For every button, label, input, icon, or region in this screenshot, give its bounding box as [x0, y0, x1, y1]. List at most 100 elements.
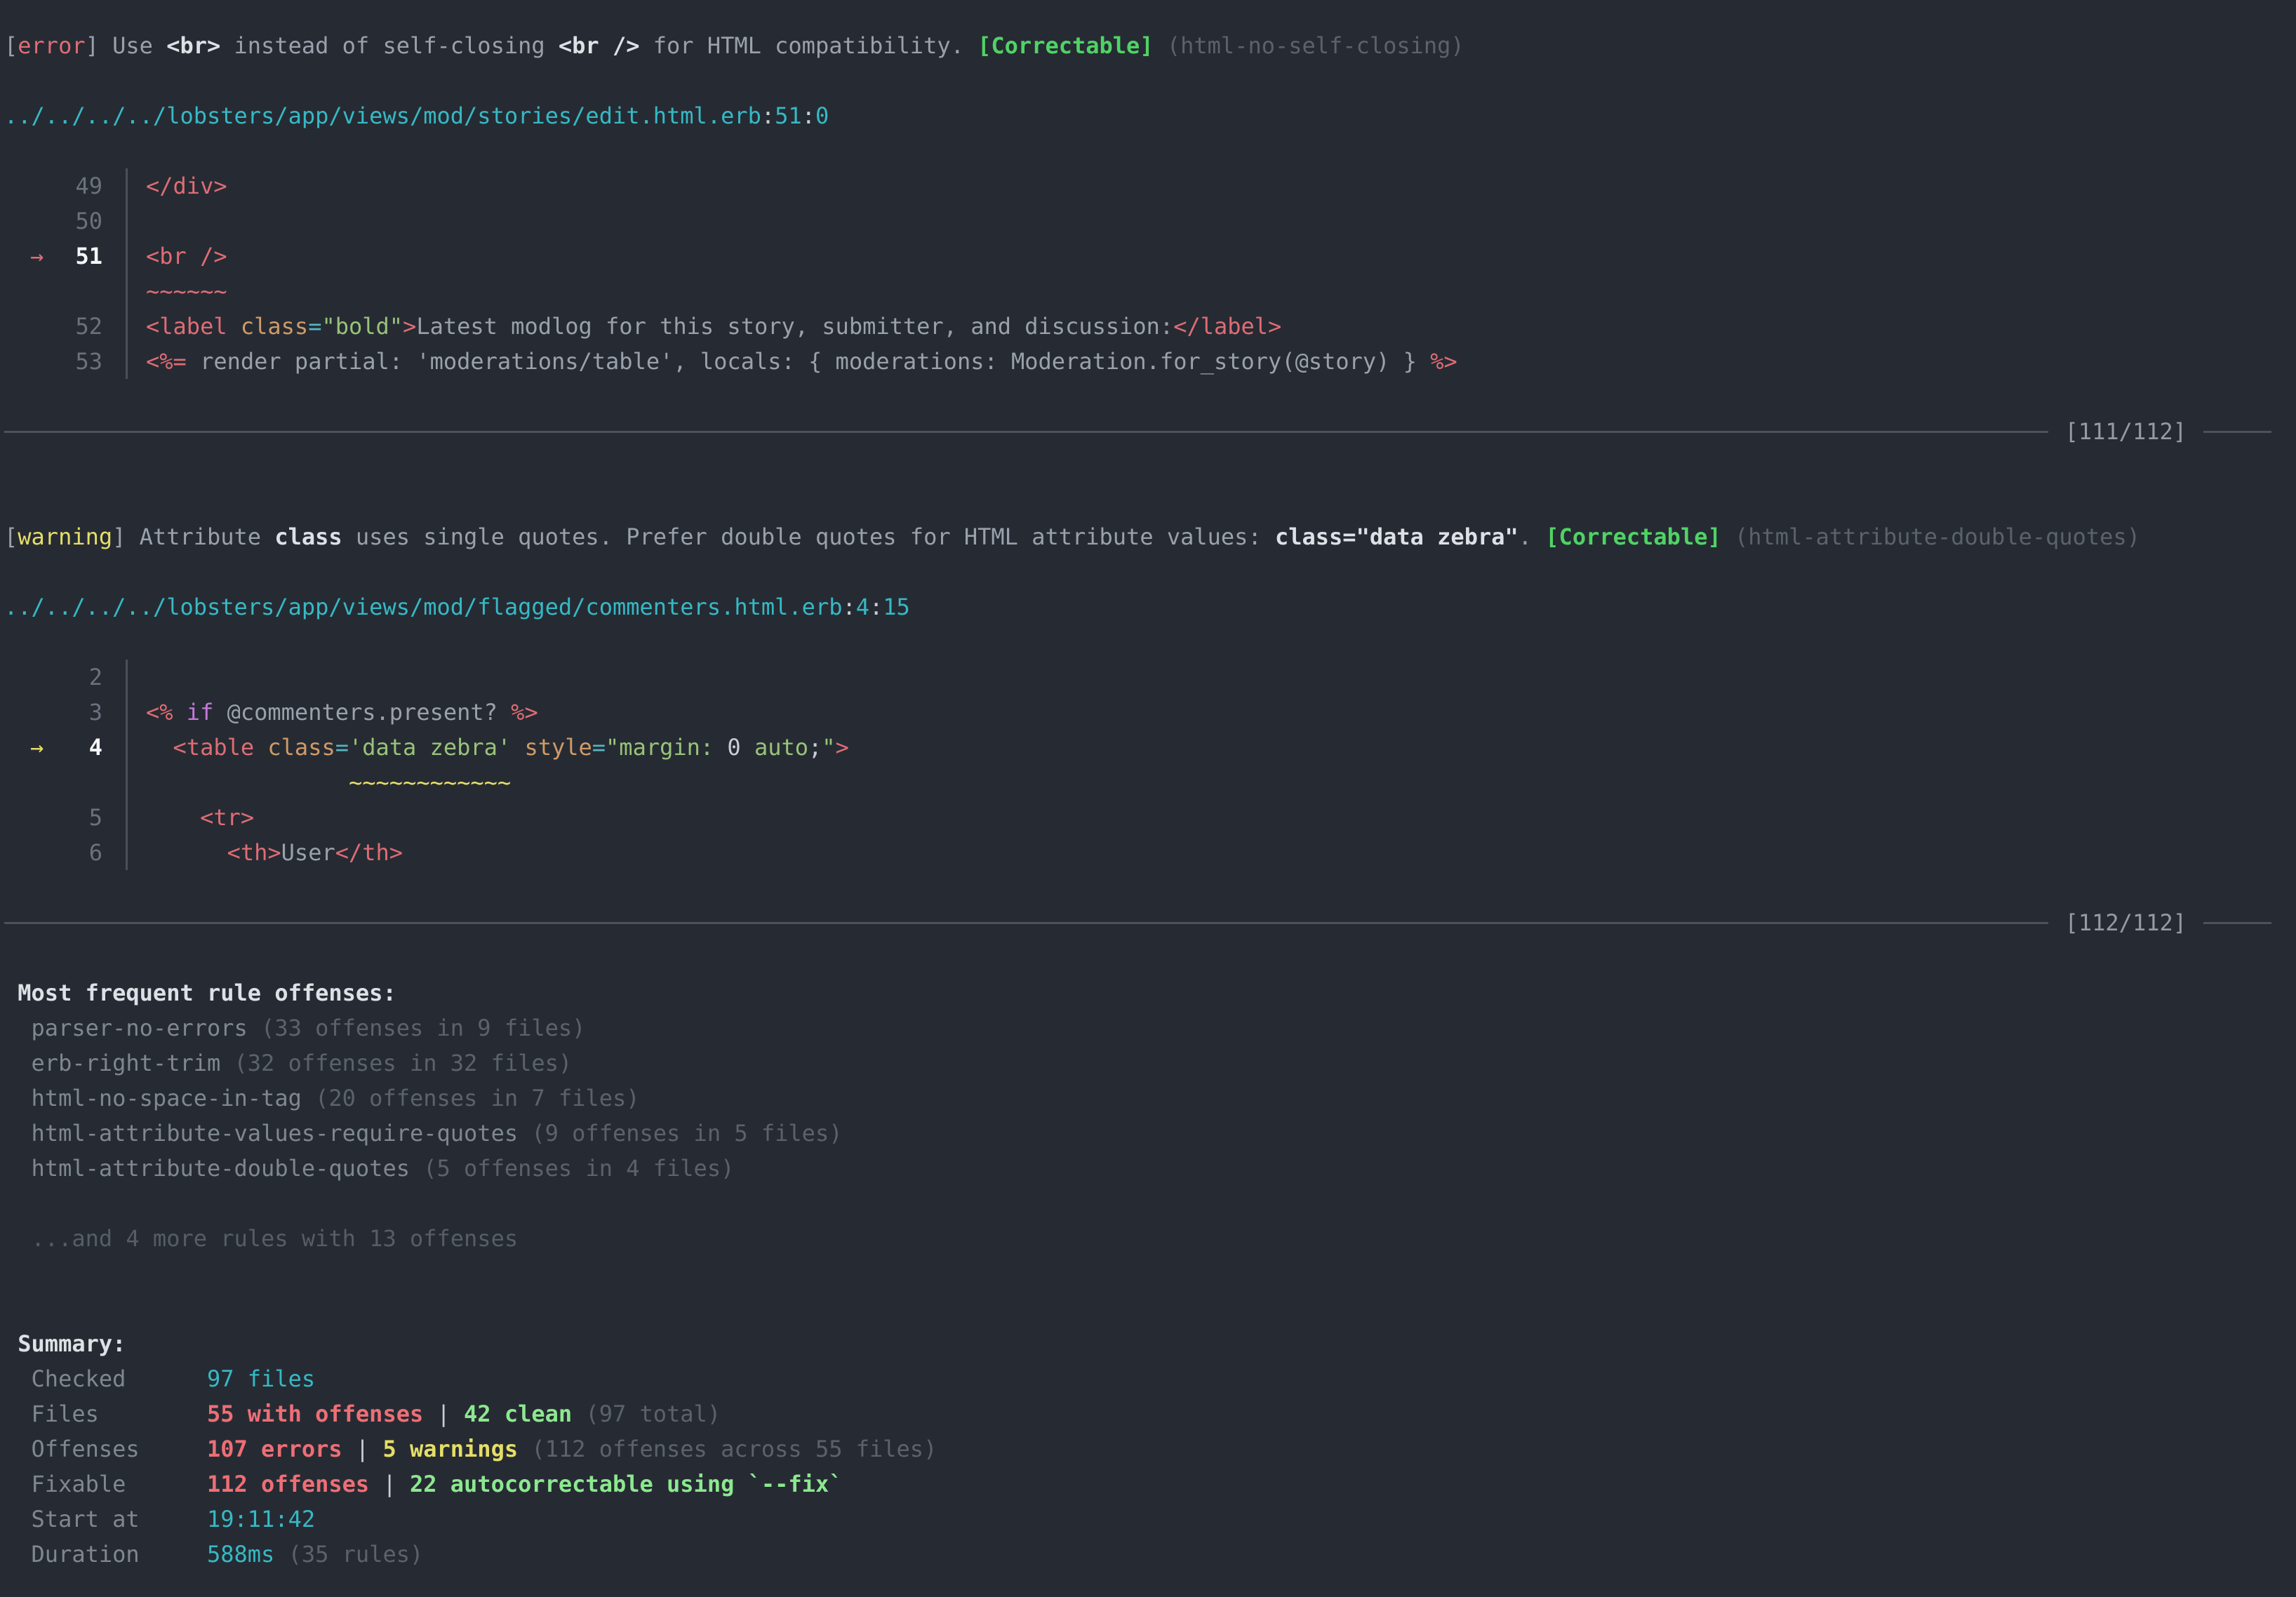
separator-line: [2203, 431, 2271, 433]
text-segment: :: [869, 594, 883, 620]
line-number-gutter: 6: [4, 835, 102, 870]
rule-offense-item: html-no-space-in-tag (20 offenses in 7 f…: [4, 1081, 2296, 1116]
line-number-ref: 4: [856, 594, 869, 620]
line-number-gutter: 51: [4, 239, 102, 274]
summary-label: Files: [4, 1401, 207, 1427]
code-line-52: 52<label class="bold">Latest modlog for …: [4, 309, 2296, 344]
text-segment: ]: [86, 32, 113, 59]
summary-value: 588ms: [207, 1541, 274, 1568]
text-segment: 5 warnings: [382, 1436, 518, 1462]
line-number: 51: [75, 239, 102, 274]
rule-count: (20 offenses in 7 files): [302, 1085, 640, 1111]
rule-name: parser-no-errors: [4, 1015, 248, 1041]
summary-value: 97 files: [207, 1365, 315, 1392]
offense-counter-label: [111/112]: [2048, 414, 2203, 449]
separator-line: [4, 431, 2048, 433]
offense-location-arrow-icon: →: [30, 730, 44, 765]
code-content: <br />: [126, 239, 2296, 274]
text-segment: style: [511, 734, 592, 761]
squiggle-underline: ~~~~~~: [4, 274, 2296, 309]
line-number-gutter: 5: [4, 800, 102, 835]
text-segment: ]: [112, 523, 140, 550]
blank-line: [4, 870, 2296, 905]
code-content: <table class='data zebra' style="margin:…: [126, 730, 2296, 765]
rule-offense-item: erb-right-trim (32 offenses in 32 files): [4, 1045, 2296, 1081]
file-path-text: ../../../../lobsters/app/views/mod/stori…: [4, 102, 761, 129]
text-segment: Use: [112, 32, 166, 59]
correctable-badge: [Correctable]: [1545, 523, 1721, 550]
summary-heading: Summary:: [4, 1326, 2296, 1361]
blank-line: [4, 1256, 2296, 1291]
text-segment: .: [1519, 523, 1546, 550]
text-segment: <%=: [146, 348, 187, 375]
text-segment: "bold": [321, 313, 403, 340]
more-rules-note: ...and 4 more rules with 13 offenses: [4, 1221, 2296, 1256]
text-segment: 'data zebra': [349, 734, 511, 761]
text-segment: <br>: [166, 32, 220, 59]
text-segment: </th>: [335, 839, 403, 866]
offense-counter-separator: [112/112]: [4, 905, 2296, 940]
text-segment: <tr>: [200, 804, 254, 831]
text-segment: Summary:: [4, 1330, 126, 1357]
text-segment: <br />: [559, 32, 640, 59]
code-line-6: 6 <th>User</th>: [4, 835, 2296, 870]
column-number-ref: 0: [815, 102, 829, 129]
code-content: [126, 203, 2296, 239]
line-number-gutter: 4: [4, 730, 102, 765]
severity-warning-label: warning: [18, 523, 112, 550]
text-segment: "margin:: [606, 734, 727, 761]
line-number: 2: [89, 660, 102, 695]
blank-line: [4, 133, 2296, 168]
text-segment: =: [308, 313, 321, 340]
line-number: 6: [89, 835, 102, 870]
text-segment: 107 errors: [207, 1436, 342, 1462]
text-segment: <th>: [227, 839, 281, 866]
offense-error-message: [error] Use <br> instead of self-closing…: [4, 28, 2296, 63]
offense-counter-separator: [111/112]: [4, 414, 2296, 449]
rule-count: (5 offenses in 4 files): [410, 1155, 734, 1182]
text-segment: [: [4, 523, 18, 550]
code-content: ~~~~~~~~~~~~: [126, 765, 2296, 800]
summary-label: Start at: [4, 1506, 207, 1532]
code-content: <tr>: [126, 800, 2296, 835]
line-number: 3: [89, 695, 102, 730]
code-line-5: 5 <tr>: [4, 800, 2296, 835]
text-segment: 42 clean: [464, 1401, 572, 1427]
text-segment: class: [227, 313, 309, 340]
code-content: <%= render partial: 'moderations/table',…: [126, 344, 2296, 379]
rule-name: (html-attribute-double-quotes): [1721, 523, 2140, 550]
code-line-53: 53<%= render partial: 'moderations/table…: [4, 344, 2296, 379]
offense-file-path: ../../../../lobsters/app/views/mod/flagg…: [4, 589, 2296, 624]
line-number-gutter: 3: [4, 695, 102, 730]
separator-line: [4, 922, 2048, 924]
correctable-badge: [Correctable]: [977, 32, 1153, 59]
line-number-gutter: 50: [4, 203, 102, 239]
summary-row-files: Files 55 with offenses | 42 clean (97 to…: [4, 1396, 2296, 1431]
summary-row-checked: Checked 97 files: [4, 1361, 2296, 1396]
blank-line: [4, 624, 2296, 660]
code-line-3: 3<% if @commenters.present? %>: [4, 695, 2296, 730]
blank-line: [4, 554, 2296, 589]
line-number-ref: 51: [775, 102, 802, 129]
text-segment: [146, 769, 349, 796]
rule-offense-item: html-attribute-double-quotes (5 offenses…: [4, 1151, 2296, 1186]
line-number: 52: [75, 309, 102, 344]
summary-label: Fixable: [4, 1471, 207, 1497]
text-segment: ~~~~~~~~~~~~: [349, 769, 511, 796]
blank-line: [4, 379, 2296, 414]
text-segment: (35 rules): [274, 1541, 423, 1568]
summary-label: Checked: [4, 1365, 207, 1392]
text-segment: Latest modlog for this story, submitter,…: [416, 313, 1173, 340]
text-segment: instead of self-closing: [220, 32, 559, 59]
rule-count: (32 offenses in 32 files): [220, 1050, 572, 1076]
rule-offenses-heading: Most frequent rule offenses:: [4, 975, 2296, 1010]
file-path-text: ../../../../lobsters/app/views/mod/flagg…: [4, 594, 842, 620]
blank-line: [4, 1291, 2296, 1326]
code-line-51: →51<br />: [4, 239, 2296, 274]
line-number: 50: [75, 203, 102, 239]
line-number-gutter: 49: [4, 168, 102, 203]
line-number-gutter: 2: [4, 660, 102, 695]
offense-file-path: ../../../../lobsters/app/views/mod/stori…: [4, 98, 2296, 133]
text-segment: ~~~~~~: [146, 278, 227, 305]
rule-offense-item: html-attribute-values-require-quotes (9 …: [4, 1116, 2296, 1151]
